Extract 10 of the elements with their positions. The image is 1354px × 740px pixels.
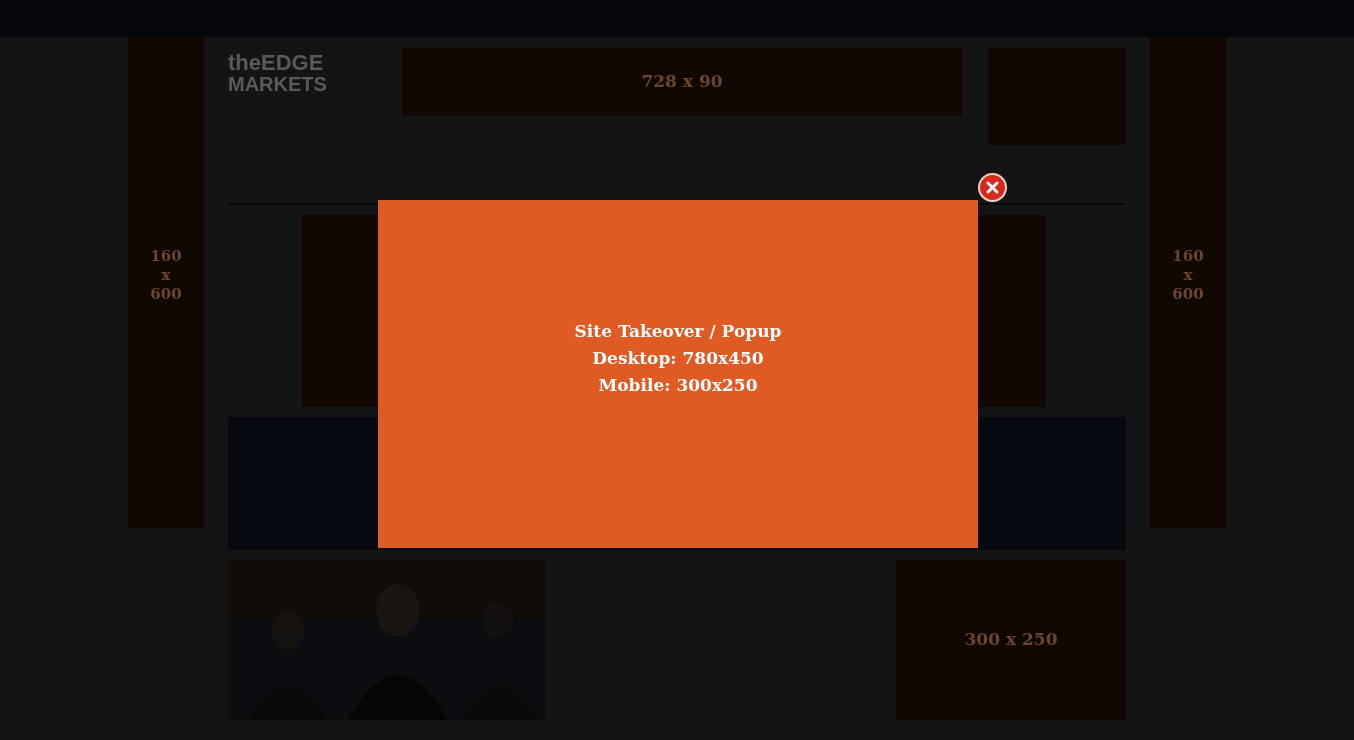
popup-text: Mobile: 300x250 bbox=[598, 374, 758, 397]
ad-size-label: 160 x 600 bbox=[150, 247, 182, 305]
ad-size-label: 160 x 600 bbox=[1172, 247, 1204, 305]
close-icon bbox=[986, 181, 999, 194]
close-button[interactable] bbox=[978, 173, 1007, 202]
ad-size-label: 728 x 90 bbox=[641, 70, 723, 94]
popup-text: Desktop: 780x450 bbox=[592, 347, 764, 370]
ad-size-label: 300 x 250 bbox=[964, 628, 1058, 652]
logo: theEDGE MARKETS bbox=[228, 49, 328, 94]
popup-text: Site Takeover / Popup bbox=[574, 320, 782, 343]
